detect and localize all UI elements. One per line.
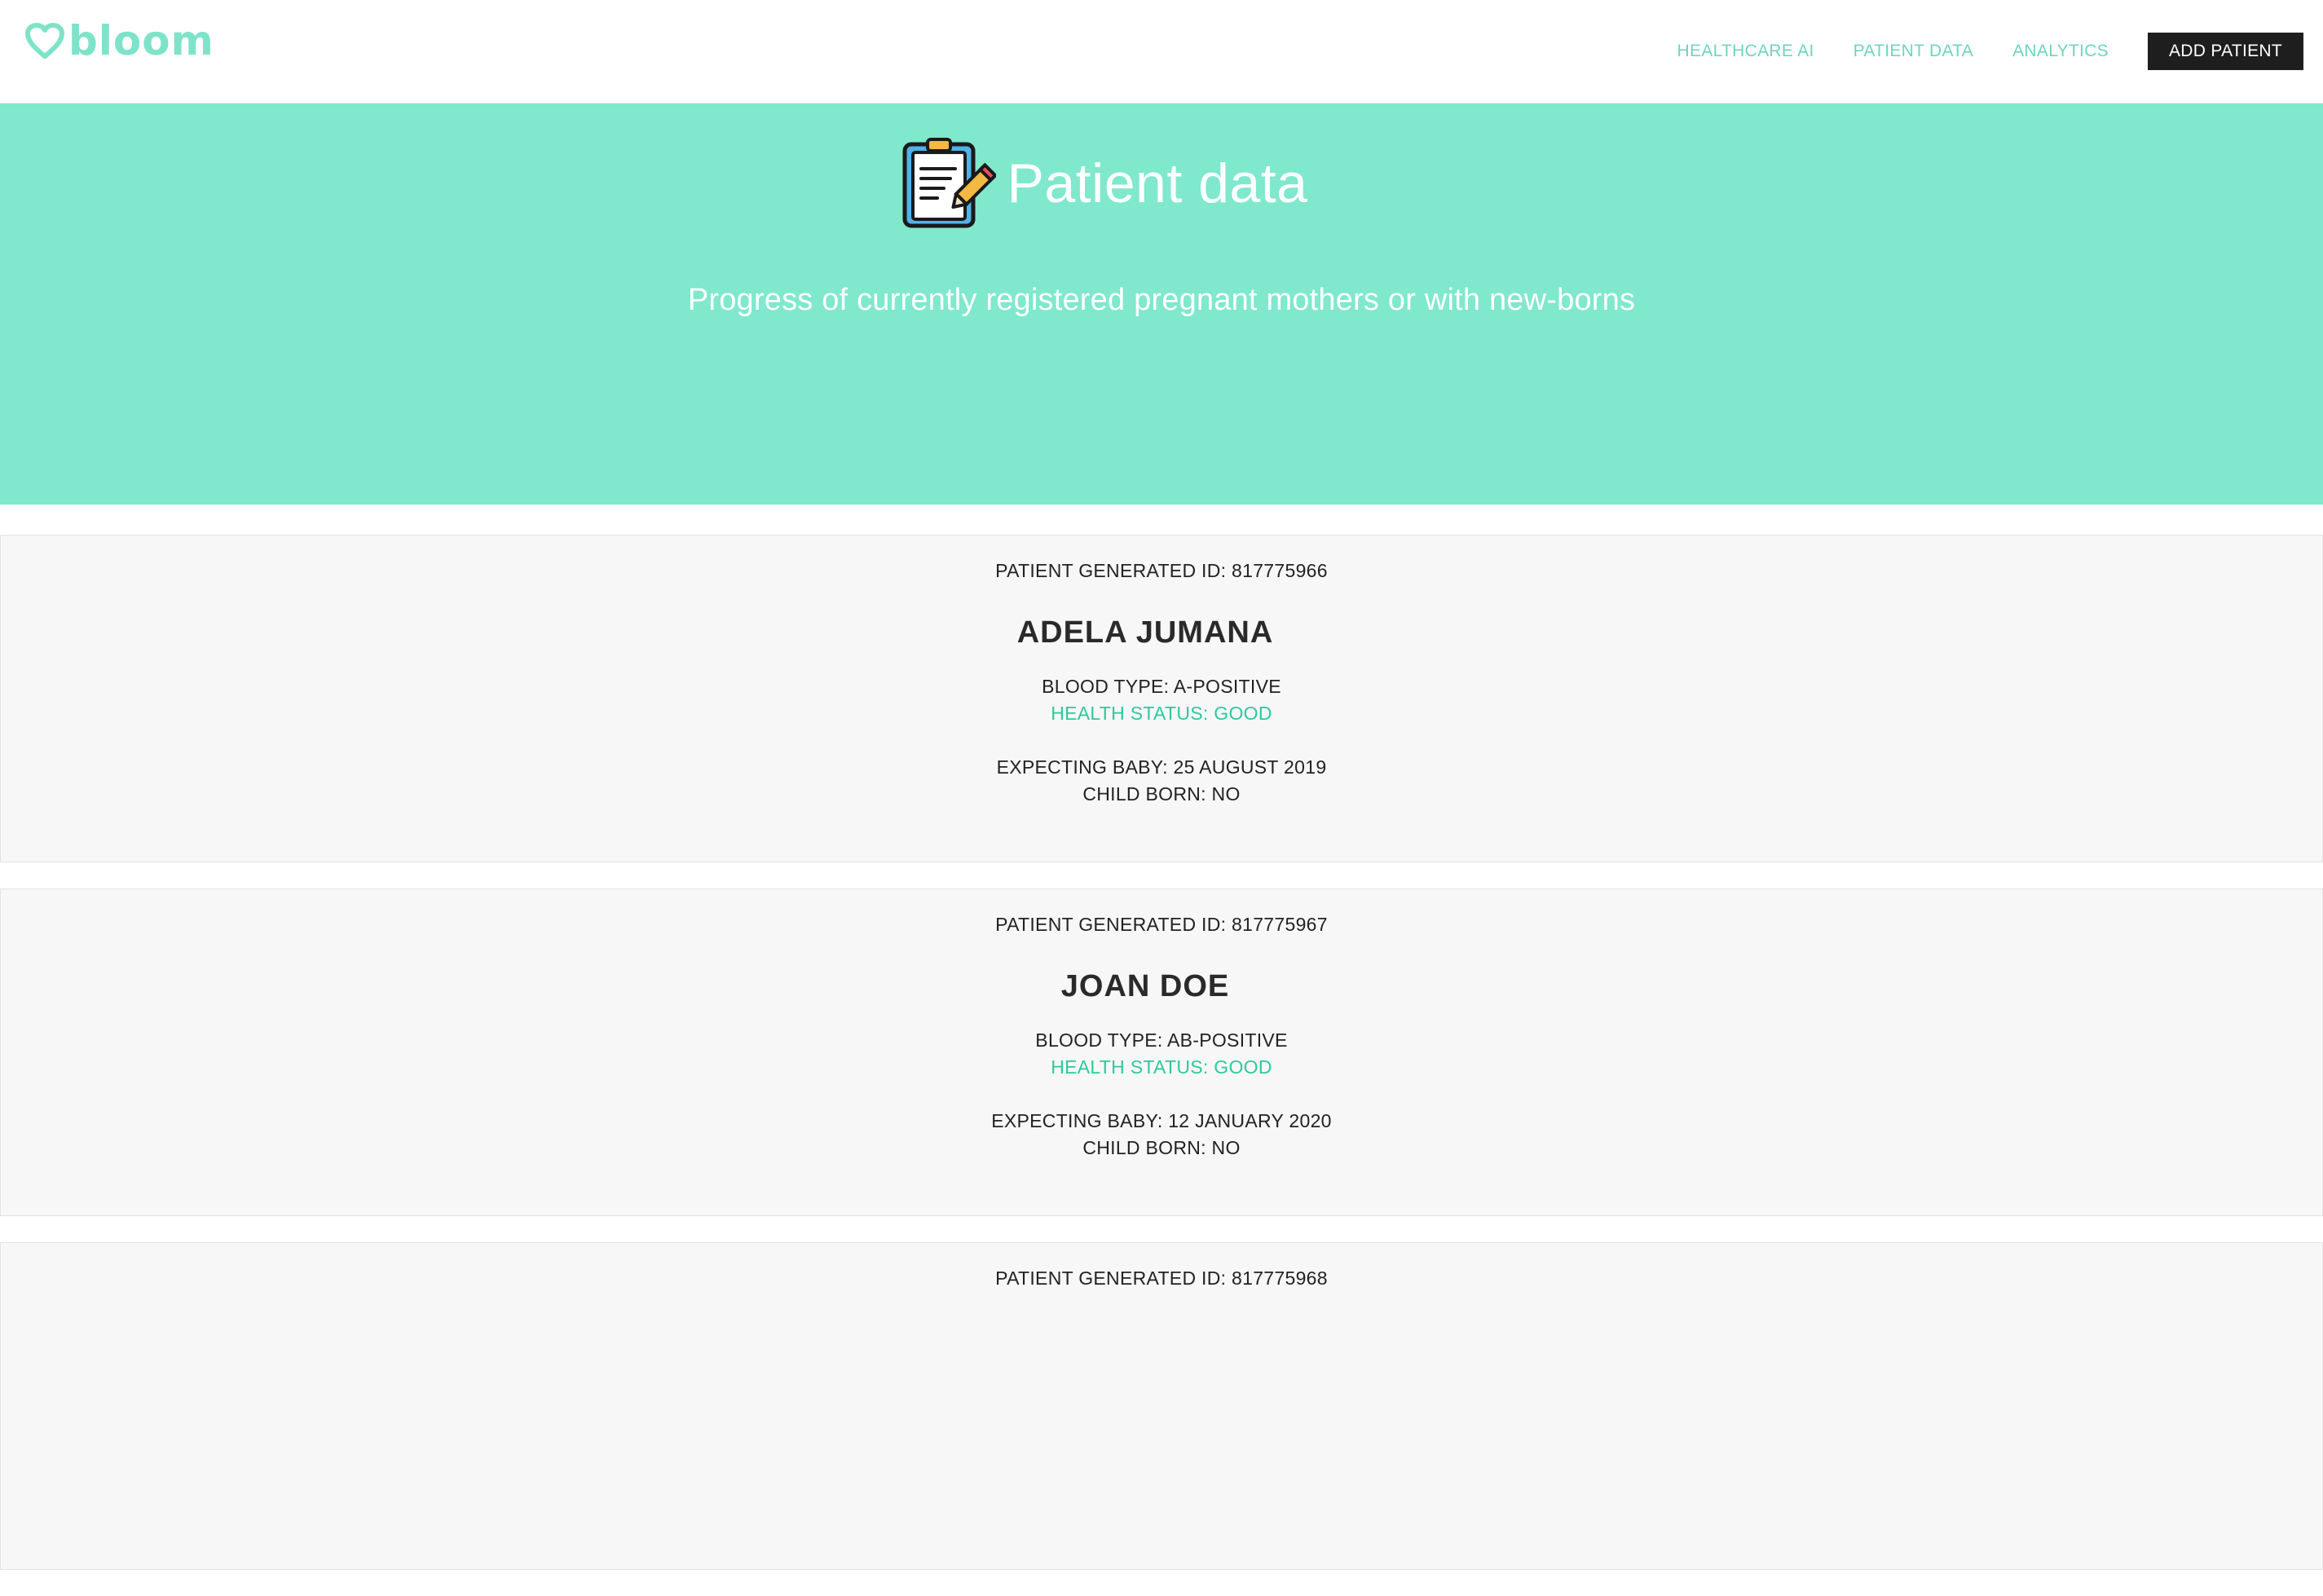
patient-name: ADELA JUMANA bbox=[1016, 615, 1274, 650]
blood-type: BLOOD TYPE: A-POSITIVE bbox=[1042, 676, 1281, 697]
nav-link-healthcare-ai[interactable]: HEALTHCARE AI bbox=[1677, 42, 1814, 61]
bloom-logo[interactable]: bloom bbox=[24, 16, 214, 65]
add-patient-button[interactable]: ADD PATIENT bbox=[2147, 33, 2303, 70]
heart-icon bbox=[25, 23, 64, 59]
hero-banner: Patient data Progress of currently regis… bbox=[0, 104, 2323, 505]
expecting-date: EXPECTING BABY: 25 AUGUST 2019 bbox=[996, 756, 1327, 778]
top-navbar: bloom HEALTHCARE AI PATIENT DATA ANALYTI… bbox=[0, 0, 2323, 104]
hero-title-row: Patient data bbox=[0, 136, 2323, 231]
nav-link-patient-data[interactable]: PATIENT DATA bbox=[1854, 42, 1974, 61]
child-born: CHILD BORN: NO bbox=[1082, 1137, 1241, 1158]
child-born: CHILD BORN: NO bbox=[1082, 783, 1241, 805]
main-nav: HEALTHCARE AI PATIENT DATA ANALYTICS ADD… bbox=[1677, 33, 2303, 70]
page-subtitle: Progress of currently registered pregnan… bbox=[687, 283, 1636, 317]
page-title: Patient data bbox=[1007, 152, 1308, 214]
health-status: HEALTH STATUS: GOOD bbox=[1051, 703, 1272, 724]
patient-id: PATIENT GENERATED ID: 817775966 bbox=[995, 560, 1328, 581]
patient-card[interactable]: PATIENT GENERATED ID: 817775968 bbox=[0, 1242, 2323, 1570]
brand-name: bloom bbox=[68, 17, 214, 64]
expecting-date: EXPECTING BABY: 12 JANUARY 2020 bbox=[991, 1110, 1332, 1131]
patient-id: PATIENT GENERATED ID: 817775967 bbox=[995, 914, 1328, 935]
health-status: HEALTH STATUS: GOOD bbox=[1051, 1056, 1272, 1078]
clipboard-pencil-icon bbox=[902, 138, 996, 228]
patient-id: PATIENT GENERATED ID: 817775968 bbox=[995, 1268, 1328, 1289]
patient-card[interactable]: PATIENT GENERATED ID: 817775966 ADELA JU… bbox=[0, 535, 2323, 862]
patient-name: JOAN DOE bbox=[1060, 969, 1230, 1003]
blood-type: BLOOD TYPE: AB-POSITIVE bbox=[1035, 1029, 1288, 1051]
patient-list: PATIENT GENERATED ID: 817775966 ADELA JU… bbox=[0, 535, 2323, 1596]
nav-link-analytics[interactable]: ANALYTICS bbox=[2012, 42, 2109, 61]
patient-card[interactable]: PATIENT GENERATED ID: 817775967 JOAN DOE… bbox=[0, 888, 2323, 1216]
